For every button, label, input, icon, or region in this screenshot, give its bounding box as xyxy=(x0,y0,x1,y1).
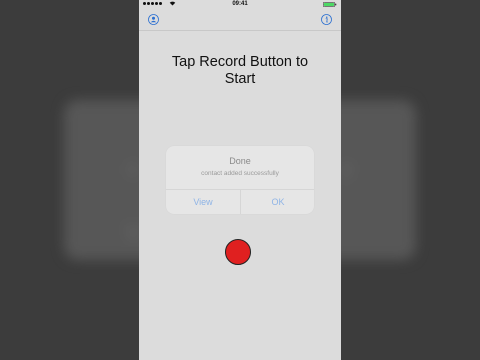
alert-title: Done xyxy=(229,156,251,166)
background-ghost-text: c xyxy=(128,158,138,180)
navigation-bar xyxy=(139,10,341,31)
status-time: 09:41 xyxy=(232,1,248,7)
phone-screen: 09:41 Tap Record Button to Start Done co… xyxy=(139,0,341,360)
alert-message: contact added successfully xyxy=(201,170,279,177)
battery-icon xyxy=(323,2,337,7)
status-bar: 09:41 xyxy=(139,0,341,10)
ok-button[interactable]: OK xyxy=(241,190,315,214)
record-button[interactable] xyxy=(225,239,251,265)
background-ghost-text: y xyxy=(342,158,352,180)
view-button[interactable]: View xyxy=(166,190,240,214)
instruction-text: Tap Record Button to Start xyxy=(171,54,309,87)
info-circle-icon[interactable] xyxy=(321,14,332,25)
person-circle-icon[interactable] xyxy=(148,14,159,25)
alert-dialog: Done contact added successfully View OK xyxy=(166,146,314,214)
